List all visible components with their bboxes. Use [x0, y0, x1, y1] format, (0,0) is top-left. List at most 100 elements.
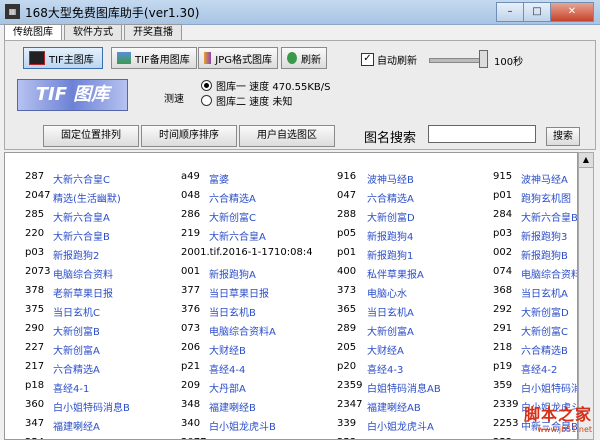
list-item-number: 340	[181, 418, 201, 429]
list-item-link[interactable]: 当日玄机B	[209, 304, 256, 319]
list-item-link[interactable]: 新报跑狗3	[521, 228, 567, 243]
radio-lib1[interactable]	[201, 80, 212, 91]
list-item-number: 205	[337, 342, 357, 353]
list-item-number: 347	[25, 418, 45, 429]
list-item-number: 348	[181, 399, 201, 410]
list-item-link[interactable]: 喜经4-1	[53, 380, 89, 395]
list-item-link[interactable]: 白小姐特码消息	[521, 380, 577, 395]
refresh-button[interactable]: 刷新	[281, 47, 327, 69]
list-row: 360白小姐特码消息B348福建喇经B2347福建喇经AB2339白小姐龙虎斗A	[5, 399, 577, 415]
list-item-link[interactable]: 电脑综合资料	[53, 266, 113, 281]
list-item-link[interactable]: 大丹部A	[209, 380, 246, 395]
list-row: 227 大新创富A 206 大财经B 205 大财经A 218 六合精选B	[5, 342, 577, 358]
list-item-number: 2001.tif.2016-1-1710:08:4	[181, 247, 313, 258]
list-item-link[interactable]: 福建喇经AB	[367, 399, 421, 414]
lib1-radio[interactable]: 图库一 速度 470.55KB/S	[201, 78, 330, 93]
list-item-link[interactable]: 新报跑狗B	[521, 247, 568, 262]
list-item-link[interactable]: 大新六合皇A	[53, 209, 110, 224]
radio-lib2[interactable]	[201, 95, 212, 106]
list-item-link[interactable]: 六合精选A	[209, 190, 256, 205]
list-item-number: 220	[25, 228, 45, 239]
jpg-lib-button[interactable]: JPG格式图库	[198, 47, 278, 69]
list-item-link[interactable]: 电脑心水	[367, 285, 407, 300]
user-custom-area-button[interactable]: 用户自选图区	[239, 125, 335, 147]
list-item-number: 285	[25, 209, 45, 220]
control-panel: TIF主图库 TIF备用图库 JPG格式图库 刷新 ✓ 自动刷新 100秒 TI…	[4, 40, 596, 150]
list-item-link[interactable]: 新报跑狗4	[367, 228, 413, 243]
tab-traditional[interactable]: 传统图库	[4, 24, 62, 41]
tif-main-lib-button[interactable]: TIF主图库	[23, 47, 103, 69]
list-item-number: 048	[181, 190, 201, 201]
list-row: 287 大新六合皇C a49 富婆 916 波神马经B 915 波神马经A	[5, 171, 577, 187]
image-list: 287 大新六合皇C a49 富婆 916 波神马经B 915 波神马经A 2047 精选(生活幽…	[4, 152, 578, 440]
list-item-link[interactable]: 六合精选A	[53, 361, 100, 376]
maximize-button[interactable]: □	[523, 2, 551, 22]
list-item-link[interactable]: 喜经4-3	[367, 361, 403, 376]
list-item-link[interactable]: 福建喇经B	[209, 399, 256, 414]
list-item-link[interactable]: 私伴草果报A	[367, 266, 424, 281]
list-row: p18 喜经4-1 209 大丹部A 2359 白姐特码消息AB 359 白小姐特码消息	[5, 380, 577, 396]
list-item-link[interactable]: 大新创富C	[521, 323, 568, 338]
list-item-link[interactable]: 大新创富C	[209, 209, 256, 224]
minimize-button[interactable]: –	[496, 2, 524, 22]
close-button[interactable]: ✕	[550, 2, 594, 22]
list-item-link[interactable]: 精选(生活幽默)	[53, 190, 121, 205]
search-input[interactable]	[428, 125, 536, 143]
list-item-link[interactable]: 白姐特码消息AB	[367, 380, 441, 395]
list-item-link[interactable]: 大新创富A	[53, 342, 100, 357]
list-item-link[interactable]: 白小姐龙虎斗B	[209, 418, 276, 433]
list-item-link[interactable]: 大新六合皇B	[521, 209, 577, 224]
list-item-link[interactable]: 大新创富A	[367, 323, 414, 338]
list-item-link[interactable]: 当日玄机C	[53, 304, 100, 319]
slider-thumb[interactable]	[479, 50, 488, 68]
list-item-link[interactable]: 波神马经A	[521, 171, 568, 186]
list-item-link[interactable]: 新报跑狗2	[53, 247, 99, 262]
list-item-link[interactable]: 新报跑狗1	[367, 247, 413, 262]
list-item-link[interactable]: 跑狗玄机图	[521, 190, 571, 205]
list-item-link[interactable]: 大财经A	[367, 342, 404, 357]
list-item-number: 2047	[25, 190, 51, 201]
list-item-link[interactable]: 大新六合皇A	[209, 228, 266, 243]
list-item-link[interactable]: 电脑综合资料	[521, 266, 577, 281]
list-item-link[interactable]: 大财经B	[209, 342, 246, 357]
lib1-speed-text: 图库一 速度 470.55KB/S	[216, 82, 331, 93]
list-item-link[interactable]: 六合精选A	[367, 190, 414, 205]
tab-software[interactable]: 软件方式	[64, 24, 122, 40]
list-item-number: 375	[25, 304, 45, 315]
time-sort-button[interactable]: 时间顺序排序	[141, 125, 237, 147]
list-item-link[interactable]: 老新草果日报	[53, 285, 113, 300]
list-item-link[interactable]: 新报跑狗A	[209, 266, 256, 281]
list-item-link[interactable]: 大新创富D	[367, 209, 415, 224]
list-item-link[interactable]: 白小姐特码消息B	[53, 399, 130, 414]
search-button[interactable]: 搜索	[546, 127, 580, 146]
vertical-scrollbar[interactable]: ▲	[578, 152, 594, 440]
list-item-number: 368	[493, 285, 513, 296]
list-item-link[interactable]: 大新六合皇B	[53, 228, 110, 243]
list-item-number: p21	[181, 361, 201, 372]
list-item-link[interactable]: 大新创富D	[521, 304, 569, 319]
list-item-link[interactable]: 当日玄机A	[367, 304, 414, 319]
tif-main-lib-label: TIF主图库	[49, 54, 94, 66]
list-item-link[interactable]: 白小姐龙虎斗A	[367, 418, 434, 433]
list-item-link[interactable]: 当日草果日报	[209, 285, 269, 300]
window-controls: – □ ✕	[496, 2, 594, 22]
scroll-up-icon[interactable]: ▲	[579, 153, 593, 168]
list-item-link[interactable]: 六合精选B	[521, 342, 568, 357]
list-item-link[interactable]: 福建喇经A	[53, 418, 100, 433]
lib2-radio[interactable]: 图库二 速度 未知	[201, 93, 292, 108]
list-item-link[interactable]: 富婆	[209, 171, 229, 186]
search-label: 图名搜索	[364, 131, 417, 146]
list-item-link[interactable]: 波神马经B	[367, 171, 414, 186]
list-item-link[interactable]: 大新创富B	[53, 323, 100, 338]
list-item-link[interactable]: 喜经4-2	[521, 361, 557, 376]
list-item-link[interactable]: 电脑综合资料A	[209, 323, 276, 338]
list-row: 290 大新创富B 073 电脑综合资料A 289 大新创富A 291 大新创富C	[5, 323, 577, 339]
tab-live[interactable]: 开奖直播	[124, 24, 182, 40]
fixed-position-sort-button[interactable]: 固定位置排列	[43, 125, 139, 147]
tif-backup-lib-button[interactable]: TIF备用图库	[111, 47, 197, 69]
auto-refresh-checkbox[interactable]: ✓	[361, 53, 374, 66]
list-item-link[interactable]: 当日玄机A	[521, 285, 568, 300]
list-item-number: 377	[181, 285, 201, 296]
list-item-link[interactable]: 喜经4-4	[209, 361, 245, 376]
list-item-link[interactable]: 大新六合皇C	[53, 171, 110, 186]
